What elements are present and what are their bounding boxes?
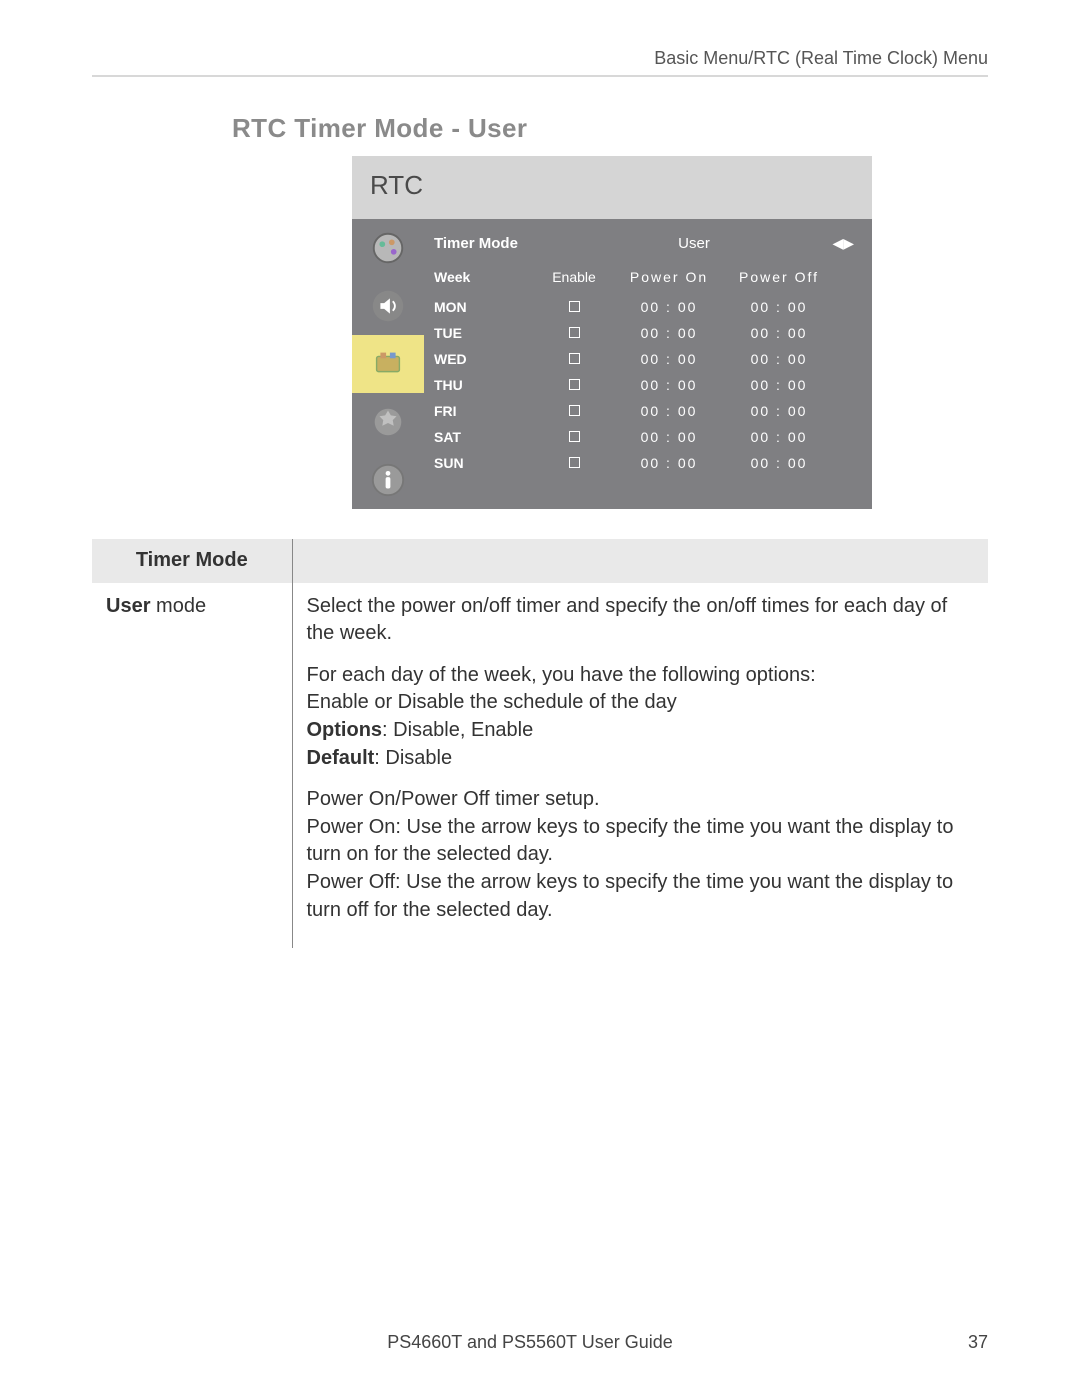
desc-p2-l4r: : Disable	[374, 747, 452, 769]
osd-power-on-time[interactable]: 00 : 00	[614, 377, 724, 393]
desc-p1: Select the power on/off timer and specif…	[307, 593, 975, 648]
col-enable: Enable	[534, 269, 614, 285]
desc-p2-l3r: : Disable, Enable	[382, 719, 533, 741]
osd-day: MON	[434, 299, 534, 315]
divider-top	[92, 75, 988, 77]
osd-power-on-time[interactable]: 00 : 00	[614, 351, 724, 367]
osd-enable-checkbox[interactable]	[534, 325, 614, 341]
osd-power-on-time[interactable]: 00 : 00	[614, 403, 724, 419]
description-table: Timer Mode User mode Select the power on…	[92, 539, 988, 948]
osd-enable-checkbox[interactable]	[534, 429, 614, 445]
osd-power-off-time[interactable]: 00 : 00	[724, 429, 834, 445]
desc-row-label: User mode	[92, 583, 292, 949]
osd-day-row: THU 00 : 0000 : 00	[434, 372, 854, 398]
configuration-icon[interactable]	[352, 335, 424, 393]
desc-row-label-bold: User	[106, 595, 150, 617]
osd-enable-checkbox[interactable]	[534, 351, 614, 367]
col-week: Week	[434, 269, 534, 285]
osd-enable-checkbox[interactable]	[534, 403, 614, 419]
footer: PS4660T and PS5560T User Guide 37	[0, 1332, 1080, 1353]
osd-day-row: SAT 00 : 0000 : 00	[434, 424, 854, 450]
col-power-on: Power On	[614, 269, 724, 285]
osd-day-row: WED 00 : 0000 : 00	[434, 346, 854, 372]
footer-title: PS4660T and PS5560T User Guide	[92, 1332, 968, 1353]
desc-p3: Power On/Power Off timer setup. Power On…	[307, 786, 975, 924]
osd-icon-column	[352, 219, 424, 509]
left-right-arrow-icon[interactable]: ◀▶	[824, 235, 854, 252]
osd-day: SAT	[434, 429, 534, 445]
footer-page-number: 37	[968, 1332, 988, 1353]
osd-title: RTC	[352, 156, 872, 219]
osd-day-row: MON 00 : 0000 : 00	[434, 294, 854, 320]
desc-p2-l2: Enable or Disable the schedule of the da…	[307, 691, 677, 713]
osd-day: THU	[434, 377, 534, 393]
osd-power-off-time[interactable]: 00 : 00	[724, 403, 834, 419]
desc-p3-l2: Power On: Use the arrow keys to specify …	[307, 816, 954, 866]
breadcrumb: Basic Menu/RTC (Real Time Clock) Menu	[92, 48, 988, 69]
osd-day-row: SUN 00 : 0000 : 00	[434, 450, 854, 476]
osd-power-on-time[interactable]: 00 : 00	[614, 455, 724, 471]
desc-p3-l1: Power On/Power Off timer setup.	[307, 788, 600, 810]
osd-day: WED	[434, 351, 534, 367]
osd-mode-value[interactable]: User	[564, 235, 824, 252]
desc-p2-l1: For each day of the week, you have the f…	[307, 664, 816, 686]
osd-enable-checkbox[interactable]	[534, 455, 614, 471]
desc-header-right	[292, 539, 988, 583]
desc-row-content: Select the power on/off timer and specif…	[292, 583, 988, 949]
osd-power-off-time[interactable]: 00 : 00	[724, 455, 834, 471]
osd-day-row: TUE 00 : 0000 : 00	[434, 320, 854, 346]
osd-power-off-time[interactable]: 00 : 00	[724, 377, 834, 393]
osd-day: TUE	[434, 325, 534, 341]
osd-power-off-time[interactable]: 00 : 00	[724, 351, 834, 367]
osd-content: Timer Mode User ◀▶ Week Enable Power On …	[424, 219, 872, 509]
osd-power-off-time[interactable]: 00 : 00	[724, 299, 834, 315]
col-power-off: Power Off	[724, 269, 834, 285]
osd-panel: RTC Timer	[352, 156, 872, 509]
osd-day-row: FRI 00 : 0000 : 00	[434, 398, 854, 424]
osd-column-headers: Week Enable Power On Power Off	[434, 264, 854, 290]
osd-power-off-time[interactable]: 00 : 00	[724, 325, 834, 341]
desc-p2: For each day of the week, you have the f…	[307, 662, 975, 772]
section-title: RTC Timer Mode - User	[232, 113, 988, 144]
osd-day: SUN	[434, 455, 534, 471]
desc-p3-l3: Power Off: Use the arrow keys to specify…	[307, 871, 954, 921]
osd-power-on-time[interactable]: 00 : 00	[614, 325, 724, 341]
desc-header-left: Timer Mode	[92, 539, 292, 583]
osd-mode-label: Timer Mode	[434, 235, 564, 252]
osd-enable-checkbox[interactable]	[534, 377, 614, 393]
osd-enable-checkbox[interactable]	[534, 299, 614, 315]
info-icon[interactable]	[352, 451, 424, 509]
option-icon[interactable]	[352, 393, 424, 451]
osd-power-on-time[interactable]: 00 : 00	[614, 299, 724, 315]
desc-p2-l3b: Options	[307, 719, 383, 741]
speaker-icon[interactable]	[352, 277, 424, 335]
osd-power-on-time[interactable]: 00 : 00	[614, 429, 724, 445]
desc-row-label-rest: mode	[150, 595, 206, 617]
desc-p2-l4b: Default	[307, 747, 375, 769]
palette-icon[interactable]	[352, 219, 424, 277]
osd-day: FRI	[434, 403, 534, 419]
